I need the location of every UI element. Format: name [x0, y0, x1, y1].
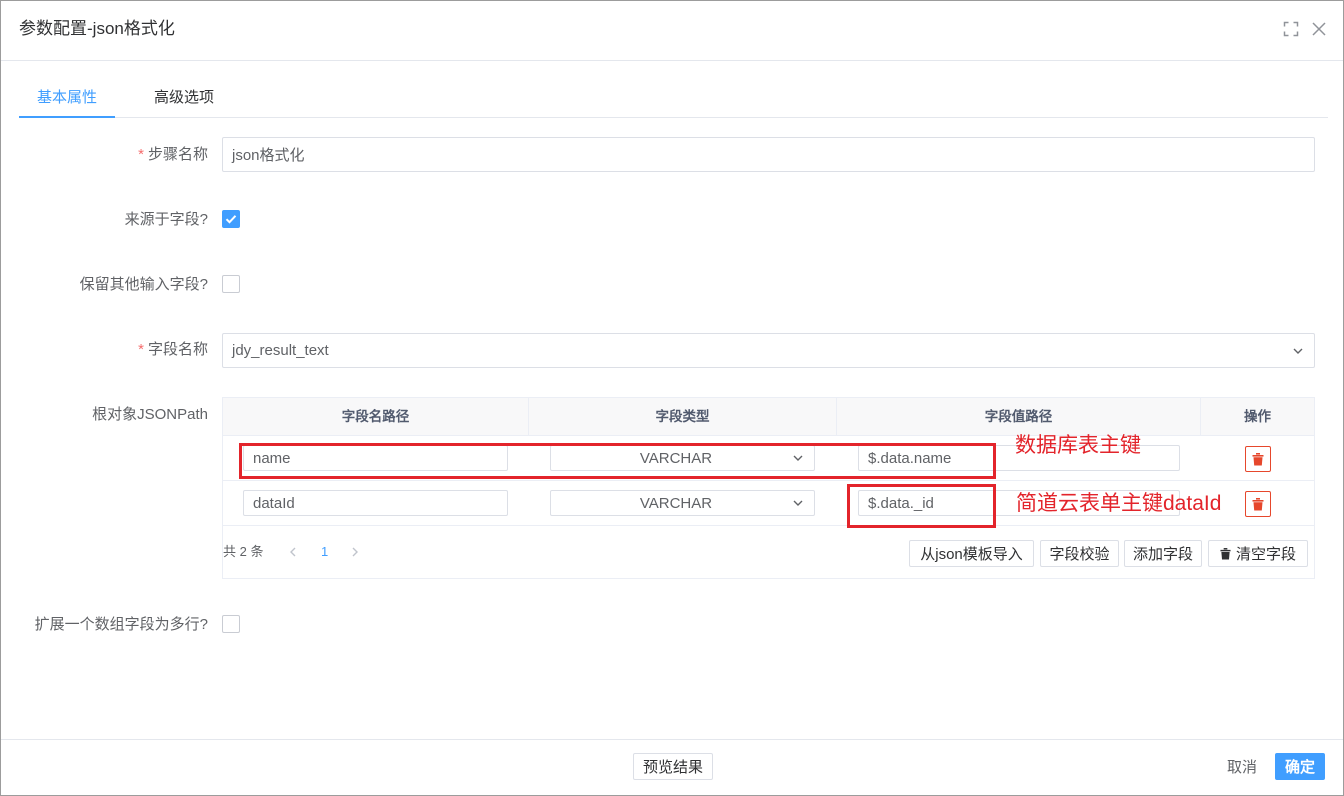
- trash-icon: [1252, 497, 1264, 510]
- trash-icon: [1252, 452, 1264, 465]
- required-mark: *: [138, 341, 144, 358]
- keep-other-fields-checkbox[interactable]: [222, 275, 240, 293]
- column-header-actions: 操作: [1244, 409, 1271, 424]
- name-path-input[interactable]: name: [243, 445, 508, 471]
- dialog-title: 参数配置-json格式化: [19, 19, 175, 38]
- field-name-value: jdy_result_text: [232, 342, 329, 359]
- value-path-value: $.data._id: [868, 494, 934, 512]
- tab-bar: 基本属性 高级选项: [19, 80, 1328, 118]
- field-name-label-text: 字段名称: [147, 341, 208, 358]
- name-path-input[interactable]: dataId: [243, 490, 508, 516]
- close-icon: [1312, 22, 1326, 36]
- field-type-value: VARCHAR: [639, 449, 713, 467]
- chevron-down-icon: [1293, 348, 1303, 354]
- clear-fields-label: 清空字段: [1235, 546, 1296, 563]
- confirm-button[interactable]: 确定: [1275, 753, 1325, 780]
- table-header: 字段名路径 字段类型 字段值路径 操作: [223, 398, 1314, 436]
- name-path-value: dataId: [253, 494, 295, 512]
- table-row: name VARCHAR $.data.name: [223, 436, 1314, 481]
- pagination-current-page[interactable]: 1: [321, 542, 328, 562]
- required-mark: *: [138, 146, 144, 163]
- header-divider: [1, 60, 1343, 61]
- delete-row-button[interactable]: [1245, 491, 1271, 517]
- cancel-label: 取消: [1226, 759, 1257, 776]
- field-type-select[interactable]: VARCHAR: [550, 490, 815, 516]
- step-name-label: * 步骤名称: [0, 145, 208, 165]
- value-path-value: $.data.name: [868, 449, 952, 467]
- field-mapping-table: 字段名路径 字段类型 字段值路径 操作 name VARCHAR $.data.…: [222, 397, 1315, 579]
- close-button[interactable]: [1311, 21, 1327, 37]
- keep-other-fields-label: 保留其他输入字段?: [79, 276, 208, 293]
- pagination-total: 共 2 条: [223, 544, 264, 559]
- table-row: dataId VARCHAR $.data._id: [223, 481, 1314, 526]
- chevron-down-icon: [793, 455, 803, 461]
- clear-fields-button[interactable]: 清空字段: [1208, 540, 1308, 567]
- trash-icon: [1220, 547, 1231, 559]
- delete-row-button[interactable]: [1245, 446, 1271, 472]
- validate-fields-button[interactable]: 字段校验: [1040, 540, 1119, 567]
- from-field-checkbox[interactable]: [222, 210, 240, 228]
- field-name-label: * 字段名称: [0, 340, 208, 360]
- add-field-label: 添加字段: [1132, 546, 1193, 563]
- column-header-value-path: 字段值路径: [837, 398, 1201, 435]
- field-type-select[interactable]: VARCHAR: [550, 445, 815, 471]
- import-json-template-button[interactable]: 从json模板导入: [909, 540, 1034, 567]
- validate-fields-label: 字段校验: [1049, 546, 1110, 563]
- root-jsonpath-label: 根对象JSONPath: [92, 406, 208, 423]
- step-name-value: json格式化: [232, 147, 305, 164]
- tab-advanced-options[interactable]: 高级选项: [136, 80, 232, 117]
- fullscreen-button[interactable]: [1283, 21, 1299, 37]
- confirm-label: 确定: [1284, 759, 1315, 776]
- field-type-value: VARCHAR: [639, 494, 713, 512]
- chevron-left-icon[interactable]: [287, 546, 299, 558]
- value-path-input[interactable]: $.data.name: [858, 445, 1180, 471]
- step-name-input[interactable]: json格式化: [222, 137, 1315, 172]
- preview-result-label: 预览结果: [642, 759, 703, 776]
- preview-result-button[interactable]: 预览结果: [633, 753, 713, 780]
- import-json-template-label: 从json模板导入: [920, 546, 1023, 563]
- tab-basic-properties[interactable]: 基本属性: [19, 80, 116, 118]
- footer-divider: [1, 739, 1343, 740]
- json-format-config-dialog: 参数配置-json格式化 基本属性 高级选项 * 步骤名称 json格式化 来源于…: [0, 0, 1344, 796]
- field-name-select[interactable]: jdy_result_text: [222, 333, 1315, 368]
- from-field-label: 来源于字段?: [124, 211, 208, 228]
- name-path-value: name: [253, 449, 291, 467]
- step-name-label-text: 步骤名称: [147, 146, 208, 163]
- fullscreen-icon: [1283, 21, 1299, 37]
- chevron-right-icon[interactable]: [349, 546, 361, 558]
- column-header-name-path: 字段名路径: [223, 398, 529, 435]
- cancel-button[interactable]: 取消: [1221, 753, 1263, 780]
- chevron-down-icon: [793, 500, 803, 506]
- expand-array-field-checkbox[interactable]: [222, 615, 240, 633]
- column-header-type: 字段类型: [529, 398, 837, 435]
- value-path-input[interactable]: $.data._id: [858, 490, 1180, 516]
- add-field-button[interactable]: 添加字段: [1124, 540, 1202, 567]
- expand-array-field-label: 扩展一个数组字段为多行?: [34, 616, 208, 633]
- check-icon: [225, 215, 237, 224]
